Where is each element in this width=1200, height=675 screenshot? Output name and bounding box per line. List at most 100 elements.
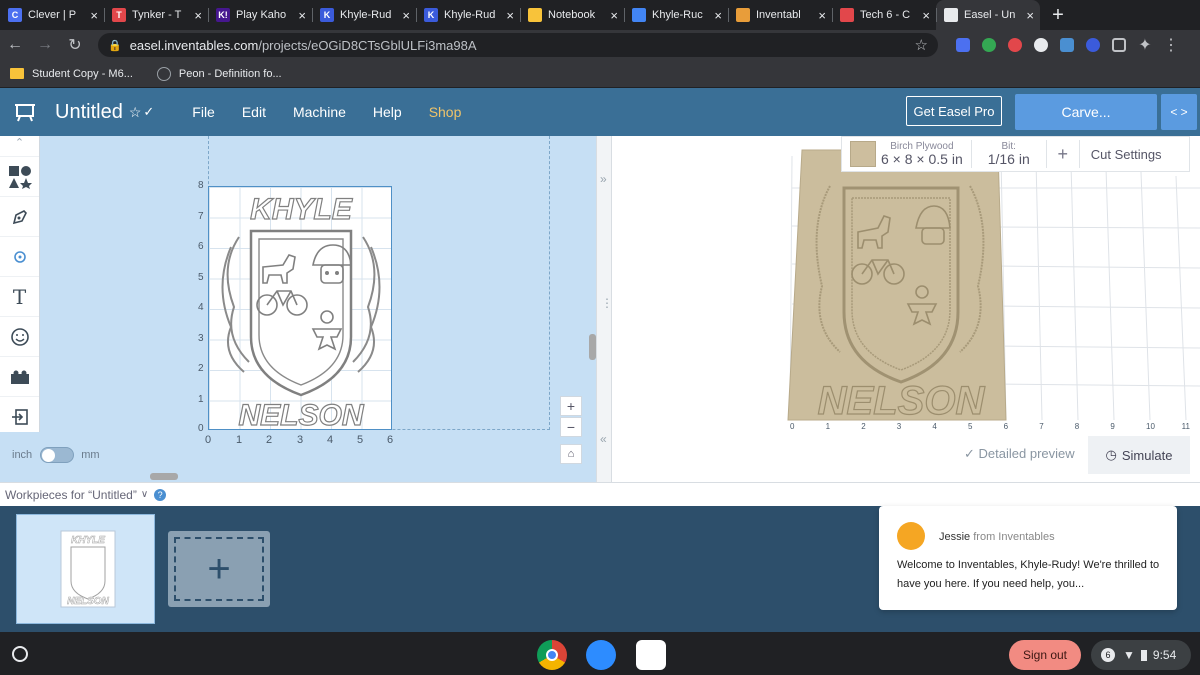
home-icon[interactable]: ⌂ [560, 444, 582, 464]
chrome-icon[interactable] [537, 640, 567, 670]
point-icon[interactable] [0, 236, 39, 276]
help-icon[interactable]: ? [154, 488, 167, 501]
launcher-icon[interactable] [12, 646, 28, 662]
simulate-button[interactable]: ◷ Simulate [1088, 436, 1190, 474]
workpiece-board[interactable]: KHYLE NELSON [208, 186, 392, 431]
tab-close-icon[interactable]: × [922, 8, 930, 23]
bookmark-star-icon[interactable]: ☆ [915, 36, 928, 54]
project-title[interactable]: Untitled [55, 101, 123, 124]
unit-toggle-switch[interactable] [40, 447, 75, 463]
extension-icon[interactable] [1002, 35, 1028, 55]
detailed-preview-toggle[interactable]: ✓ Detailed preview [964, 446, 1075, 462]
menu-help[interactable]: Help [373, 104, 402, 120]
pane-divider[interactable]: » ⋮ « [596, 136, 613, 482]
browser-tab[interactable]: C Clever | P × [0, 0, 104, 30]
browser-tab[interactable]: Khyle-Ruc × [624, 0, 728, 30]
material-swatch[interactable] [850, 141, 876, 167]
chat-sender: Jessie from Inventables [939, 531, 1055, 543]
tab-title: Clever | P [28, 9, 77, 21]
cut-settings-button[interactable]: Cut Settings [1080, 147, 1162, 162]
address-bar[interactable]: 🔒 easel.inventables.com /projects/eOGiD8… [98, 33, 938, 57]
smiley-icon[interactable] [0, 316, 39, 356]
browser-tab[interactable]: Inventabl × [728, 0, 832, 30]
favorite-star-icon[interactable]: ☆ [129, 104, 142, 121]
tab-close-icon[interactable]: × [90, 8, 98, 23]
reload-icon[interactable]: ↻ [60, 35, 90, 55]
shapes-icon[interactable] [0, 156, 39, 196]
menu-machine[interactable]: Machine [293, 104, 346, 120]
preview-x-tick: 6 [1003, 422, 1009, 431]
menu-file[interactable]: File [192, 104, 215, 120]
tab-close-icon[interactable]: × [1026, 8, 1034, 23]
y-tick: 1 [198, 394, 204, 405]
apps-block-icon[interactable] [0, 356, 39, 396]
vertical-scrollbar[interactable] [589, 334, 596, 360]
unit-mm-label: mm [81, 449, 100, 461]
zoom-app-icon[interactable] [586, 640, 616, 670]
bookmark-peon[interactable]: Peon - Definition fo... [156, 66, 282, 81]
tab-close-icon[interactable]: × [818, 8, 826, 23]
browser-tab[interactable]: Notebook × [520, 0, 624, 30]
extension-icon[interactable] [1054, 35, 1080, 55]
tab-favicon-icon [736, 8, 750, 22]
expand-icon[interactable]: < > [1161, 94, 1197, 130]
tab-close-icon[interactable]: × [506, 8, 514, 23]
new-tab-button[interactable]: + [1040, 0, 1076, 30]
material-selector[interactable]: Birch Plywood 6 × 8 × 0.5 in [881, 141, 963, 167]
bookmark-student-copy[interactable]: Student Copy - M6... [10, 68, 133, 80]
lock-icon: 🔒 [108, 39, 122, 52]
x-tick: 6 [387, 434, 394, 446]
zoom-out-icon[interactable]: − [560, 417, 582, 437]
easel-logo-icon[interactable] [0, 88, 50, 136]
browser-tab[interactable]: K Khyle-Rud × [312, 0, 416, 30]
horizontal-scrollbar[interactable] [150, 473, 178, 480]
bit-selector[interactable]: Bit: 1/16 in [972, 141, 1046, 167]
carve-button[interactable]: Carve... [1015, 94, 1157, 130]
add-bit-button[interactable]: + [1047, 144, 1079, 165]
more-menu-icon[interactable]: ⋮ [1158, 35, 1184, 55]
forward-icon[interactable]: → [30, 36, 60, 54]
cast-icon[interactable] [1106, 35, 1132, 55]
menu-shop[interactable]: Shop [429, 104, 462, 120]
y-tick: 5 [198, 272, 204, 283]
menu-edit[interactable]: Edit [242, 104, 266, 120]
preview-x-tick: 4 [932, 422, 937, 431]
chevron-down-icon[interactable]: ∨ [141, 489, 148, 500]
browser-tab[interactable]: Tech 6 - C × [832, 0, 936, 30]
browser-tab[interactable]: K Khyle-Rud × [416, 0, 520, 30]
workpiece-thumbnail[interactable]: KHYLE NELSON [16, 514, 155, 624]
text-icon[interactable]: T [0, 276, 39, 316]
tab-close-icon[interactable]: × [298, 8, 306, 23]
design-top-text: KHYLE [250, 193, 353, 226]
expand-right-icon[interactable]: » [600, 172, 607, 186]
extension-icon[interactable] [1080, 35, 1106, 55]
add-workpiece-button[interactable]: + [168, 531, 270, 607]
clever-extension-icon[interactable] [950, 35, 976, 55]
preview-x-tick: 10 [1146, 422, 1155, 431]
back-icon[interactable]: ← [0, 36, 30, 54]
puzzle-icon[interactable]: ✦ [1132, 35, 1158, 55]
camera-icon[interactable] [636, 640, 666, 670]
extension-icon[interactable] [1028, 35, 1054, 55]
import-icon[interactable] [0, 396, 39, 436]
tab-close-icon[interactable]: × [402, 8, 410, 23]
pen-icon[interactable] [0, 196, 39, 236]
chat-popup[interactable]: Jessie from Inventables Welcome to Inven… [879, 506, 1177, 610]
tab-close-icon[interactable]: × [610, 8, 618, 23]
zoom-in-icon[interactable]: + [560, 396, 582, 416]
status-tray[interactable]: 6 ▼ 9:54 [1091, 640, 1191, 670]
get-easel-pro-button[interactable]: Get Easel Pro [906, 96, 1002, 126]
detailed-preview-label: Detailed preview [978, 446, 1075, 461]
tab-strip: C Clever | P × T Tynker - T × K! Play Kaho × K Khy… [0, 0, 1200, 30]
y-tick: 2 [198, 363, 204, 374]
expand-left-icon[interactable]: « [600, 432, 607, 446]
tab-close-icon[interactable]: × [714, 8, 722, 23]
browser-tab[interactable]: T Tynker - T × [104, 0, 208, 30]
sign-out-button[interactable]: Sign out [1009, 640, 1081, 670]
preview-x-tick: 7 [1039, 422, 1044, 431]
collapse-icon[interactable]: ⌃ [0, 136, 39, 156]
tab-close-icon[interactable]: × [194, 8, 202, 23]
extension-icon[interactable] [976, 35, 1002, 55]
browser-tab[interactable]: K! Play Kaho × [208, 0, 312, 30]
browser-tab[interactable]: Easel - Un × [936, 0, 1040, 30]
